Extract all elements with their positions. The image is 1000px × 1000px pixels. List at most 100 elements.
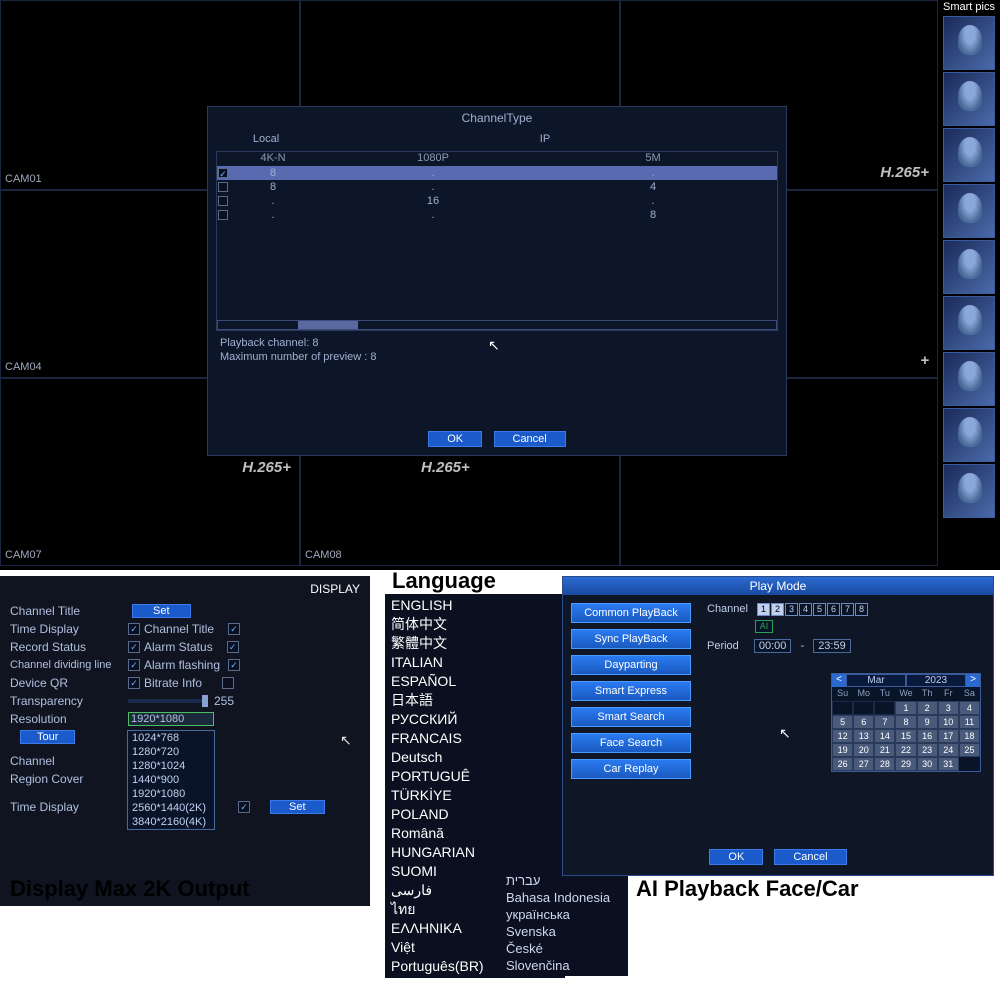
prev-month-button[interactable]: < [832, 674, 846, 687]
alarm-status-checkbox[interactable] [227, 641, 239, 653]
cal-day[interactable]: 30 [917, 757, 938, 771]
face-thumb[interactable] [943, 464, 995, 518]
set-button[interactable]: Set [270, 800, 325, 814]
cal-day[interactable]: 23 [917, 743, 938, 757]
dropdown-item[interactable]: 2560*1440(2K) [128, 801, 214, 815]
channel-box[interactable]: 4 [799, 603, 812, 616]
face-thumb[interactable] [943, 128, 995, 182]
cal-day[interactable]: 9 [917, 715, 938, 729]
cal-day[interactable]: 4 [959, 701, 980, 715]
channel-title-checkbox[interactable] [228, 623, 240, 635]
period-from[interactable]: 00:00 [754, 639, 792, 653]
channel-all[interactable]: AI [755, 620, 773, 633]
cal-day[interactable]: 12 [832, 729, 853, 743]
language-item[interactable]: ITALIAN [391, 653, 559, 672]
table-row[interactable]: 8.4 [217, 180, 777, 194]
dropdown-item[interactable]: 1280*1024 [128, 759, 214, 773]
channel-box[interactable]: 3 [785, 603, 798, 616]
cal-day[interactable]: 27 [853, 757, 874, 771]
cal-day[interactable]: 18 [959, 729, 980, 743]
face-thumb[interactable] [943, 16, 995, 70]
cal-day[interactable]: 11 [959, 715, 980, 729]
alarm-flashing-checkbox[interactable] [228, 659, 240, 671]
record-status-checkbox[interactable] [128, 641, 140, 653]
cal-day[interactable]: 3 [938, 701, 959, 715]
dropdown-item[interactable]: 1024*768 [128, 731, 214, 745]
dropdown-item[interactable]: 1440*900 [128, 773, 214, 787]
language-item[interactable]: HUNGARIAN [391, 843, 559, 862]
cal-day[interactable]: 13 [853, 729, 874, 743]
play-mode-button[interactable]: Smart Express [571, 681, 691, 701]
table-row[interactable]: 8.. [217, 166, 777, 180]
language-item[interactable]: Bahasa Indonesia [506, 889, 622, 906]
face-thumb[interactable] [943, 408, 995, 462]
language-item[interactable]: ESPAÑOL [391, 672, 559, 691]
face-thumb[interactable] [943, 296, 995, 350]
play-mode-button[interactable]: Common PlayBack [571, 603, 691, 623]
dropdown-item[interactable]: 1920*1080 [128, 787, 214, 801]
time-display2-checkbox[interactable] [238, 801, 250, 813]
period-to[interactable]: 23:59 [813, 639, 851, 653]
channel-box[interactable]: 7 [841, 603, 854, 616]
cal-day[interactable]: 28 [874, 757, 895, 771]
play-mode-button[interactable]: Dayparting [571, 655, 691, 675]
cancel-button[interactable]: Cancel [774, 849, 846, 865]
language-item[interactable]: ENGLISH [391, 596, 559, 615]
language-item[interactable]: České [506, 940, 622, 957]
channel-box[interactable]: 2 [771, 603, 784, 616]
cal-day[interactable]: 5 [832, 715, 853, 729]
table-row[interactable]: ..8 [217, 208, 777, 222]
month-select[interactable]: Mar [846, 674, 906, 687]
cal-day[interactable]: 26 [832, 757, 853, 771]
cal-day[interactable]: 14 [874, 729, 895, 743]
ok-button[interactable]: OK [709, 849, 763, 865]
language-item[interactable]: 日本語 [391, 691, 559, 710]
cal-day[interactable]: 29 [895, 757, 916, 771]
cal-day[interactable]: 10 [938, 715, 959, 729]
language-item[interactable]: POLAND [391, 805, 559, 824]
table-scrollbar[interactable] [217, 320, 777, 330]
cal-day[interactable]: 16 [917, 729, 938, 743]
language-item[interactable]: FRANCAIS [391, 729, 559, 748]
cal-day[interactable]: 19 [832, 743, 853, 757]
resolution-dropdown[interactable]: 1024*7681280*7201280*10241440*9001920*10… [127, 730, 215, 830]
face-thumb[interactable] [943, 240, 995, 294]
ok-button[interactable]: OK [428, 431, 482, 447]
cancel-button[interactable]: Cancel [494, 431, 566, 447]
transparency-slider[interactable] [128, 699, 208, 703]
face-thumb[interactable] [943, 352, 995, 406]
language-item[interactable]: українська [506, 906, 622, 923]
dropdown-item[interactable]: 1280*720 [128, 745, 214, 759]
channel-box[interactable]: 1 [757, 603, 770, 616]
cal-day[interactable]: 24 [938, 743, 959, 757]
channel-box[interactable]: 6 [827, 603, 840, 616]
cal-day[interactable]: 7 [874, 715, 895, 729]
language-item[interactable]: Svenska [506, 923, 622, 940]
cal-day[interactable]: 15 [895, 729, 916, 743]
set-button[interactable]: Set [132, 604, 191, 618]
language-item[interactable]: РУССКИЙ [391, 710, 559, 729]
language-item[interactable]: Română [391, 824, 559, 843]
cal-day[interactable]: 22 [895, 743, 916, 757]
cal-day[interactable]: 20 [853, 743, 874, 757]
cal-day[interactable]: 2 [917, 701, 938, 715]
cal-day[interactable]: 17 [938, 729, 959, 743]
cal-day[interactable]: 8 [895, 715, 916, 729]
language-item[interactable]: PORTUGUÊ [391, 767, 559, 786]
year-select[interactable]: 2023 [906, 674, 966, 687]
tour-button[interactable]: Tour [20, 730, 75, 744]
next-month-button[interactable]: > [966, 674, 980, 687]
play-mode-button[interactable]: Car Replay [571, 759, 691, 779]
channel-dividing-checkbox[interactable] [128, 659, 140, 671]
cal-day[interactable]: 6 [853, 715, 874, 729]
play-mode-button[interactable]: Smart Search [571, 707, 691, 727]
cal-day[interactable]: 1 [895, 701, 916, 715]
language-item[interactable]: Slovenčina [506, 957, 622, 974]
time-display-checkbox[interactable] [128, 623, 140, 635]
language-item[interactable]: Deutsch [391, 748, 559, 767]
channel-box[interactable]: 8 [855, 603, 868, 616]
face-thumb[interactable] [943, 184, 995, 238]
cal-day[interactable]: 21 [874, 743, 895, 757]
resolution-select[interactable]: 1920*1080 [128, 712, 214, 726]
table-row[interactable]: .16. [217, 194, 777, 208]
